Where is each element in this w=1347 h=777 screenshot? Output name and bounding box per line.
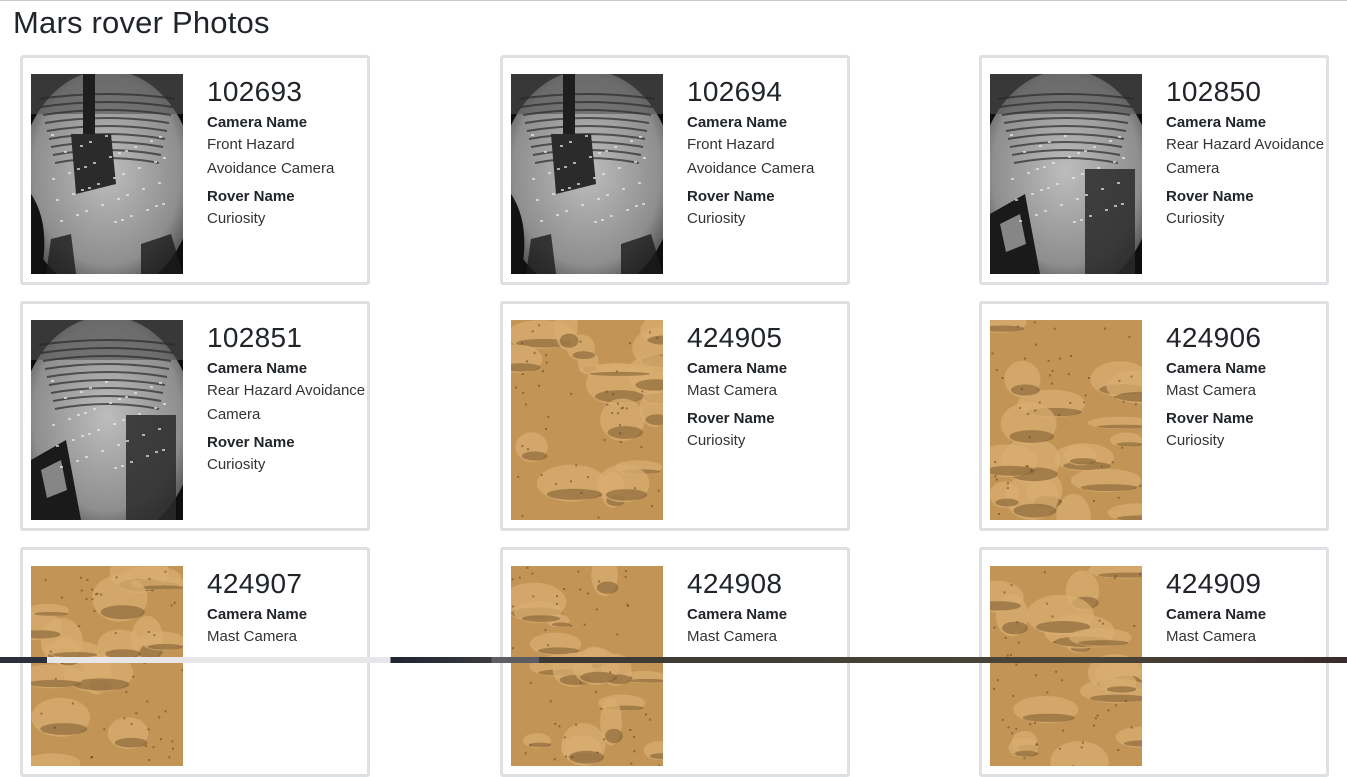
photo-card: 102850 Camera Name Rear Hazard Avoidance C…: [979, 55, 1329, 285]
rover-name-label: Rover Name: [1166, 188, 1254, 205]
rover-name-value: Curiosity: [687, 210, 746, 227]
camera-name-value: Mast Camera: [207, 628, 298, 645]
rover-name-value: Curiosity: [1166, 432, 1225, 449]
photo-info: 424905 Camera Name Mast Camera Rover Name Cu…: [687, 321, 847, 459]
camera-name-label: Camera Name: [207, 606, 308, 623]
rover-photo-image: [511, 320, 663, 520]
rover-name-value: Curiosity: [687, 432, 746, 449]
os-taskbar-strip: [0, 657, 1347, 663]
photo-id: 424905: [687, 322, 783, 353]
rover-name-value: Curiosity: [1166, 210, 1225, 227]
photo-card: 102694 Camera Name Front Hazard Avoidance …: [500, 55, 850, 285]
photo-id: 102850: [1166, 76, 1262, 107]
photo-info: 424909 Camera Name Mast Camera: [1166, 567, 1326, 655]
rover-name-value: Curiosity: [207, 210, 266, 227]
photo-id: 102694: [687, 76, 783, 107]
camera-name-label: Camera Name: [207, 360, 308, 377]
rover-photo-image: [990, 74, 1142, 274]
camera-name-value: Mast Camera: [1166, 382, 1257, 399]
photo-info: 424907 Camera Name Mast Camera: [207, 567, 367, 655]
camera-name-label: Camera Name: [1166, 360, 1267, 377]
photo-id: 102693: [207, 76, 303, 107]
camera-name-value: Mast Camera: [687, 382, 778, 399]
camera-name-label: Camera Name: [1166, 606, 1267, 623]
camera-name-label: Camera Name: [687, 606, 788, 623]
photo-id: 424909: [1166, 568, 1262, 599]
camera-name-label: Camera Name: [207, 114, 308, 131]
photo-info: 102693 Camera Name Front Hazard Avoidance …: [207, 75, 367, 237]
camera-name-value: Mast Camera: [687, 628, 778, 645]
rover-photo-image: [511, 566, 663, 766]
photo-info: 424908 Camera Name Mast Camera: [687, 567, 847, 655]
rover-photo-image: [31, 320, 183, 520]
top-divider: [0, 0, 1347, 1]
photo-id: 424908: [687, 568, 783, 599]
rover-photo-image: [31, 566, 183, 766]
photo-card: 102693 Camera Name Front Hazard Avoidance …: [20, 55, 370, 285]
rover-photo-image: [990, 566, 1142, 766]
photo-card: 424906 Camera Name Mast Camera Rover Name Cu…: [979, 301, 1329, 531]
photo-info: 102850 Camera Name Rear Hazard Avoidance C…: [1166, 75, 1326, 237]
rover-name-label: Rover Name: [207, 434, 295, 451]
rover-photo-image: [990, 320, 1142, 520]
camera-name-value: Rear Hazard Avoidance Camera: [207, 382, 366, 423]
camera-name-value: Front Hazard Avoidance Camera: [687, 136, 815, 177]
camera-name-value: Mast Camera: [1166, 628, 1257, 645]
rover-name-label: Rover Name: [687, 410, 775, 427]
page-title: Mars rover Photos: [13, 5, 270, 40]
photo-card: 424905 Camera Name Mast Camera Rover Name Cu…: [500, 301, 850, 531]
camera-name-label: Camera Name: [1166, 114, 1267, 131]
rover-name-label: Rover Name: [207, 188, 295, 205]
photo-id: 424906: [1166, 322, 1262, 353]
camera-name-label: Camera Name: [687, 114, 788, 131]
camera-name-value: Rear Hazard Avoidance Camera: [1166, 136, 1325, 177]
rover-name-label: Rover Name: [687, 188, 775, 205]
rover-name-value: Curiosity: [207, 456, 266, 473]
photo-id: 102851: [207, 322, 303, 353]
camera-name-label: Camera Name: [687, 360, 788, 377]
camera-name-value: Front Hazard Avoidance Camera: [207, 136, 335, 177]
rover-photo-image: [31, 74, 183, 274]
photo-info: 424906 Camera Name Mast Camera Rover Name Cu…: [1166, 321, 1326, 459]
photo-info: 102694 Camera Name Front Hazard Avoidance …: [687, 75, 847, 237]
photo-id: 424907: [207, 568, 303, 599]
photo-info: 102851 Camera Name Rear Hazard Avoidance C…: [207, 321, 367, 483]
rover-name-label: Rover Name: [1166, 410, 1254, 427]
rover-photo-image: [511, 74, 663, 274]
photo-card: 102851 Camera Name Rear Hazard Avoidance C…: [20, 301, 370, 531]
